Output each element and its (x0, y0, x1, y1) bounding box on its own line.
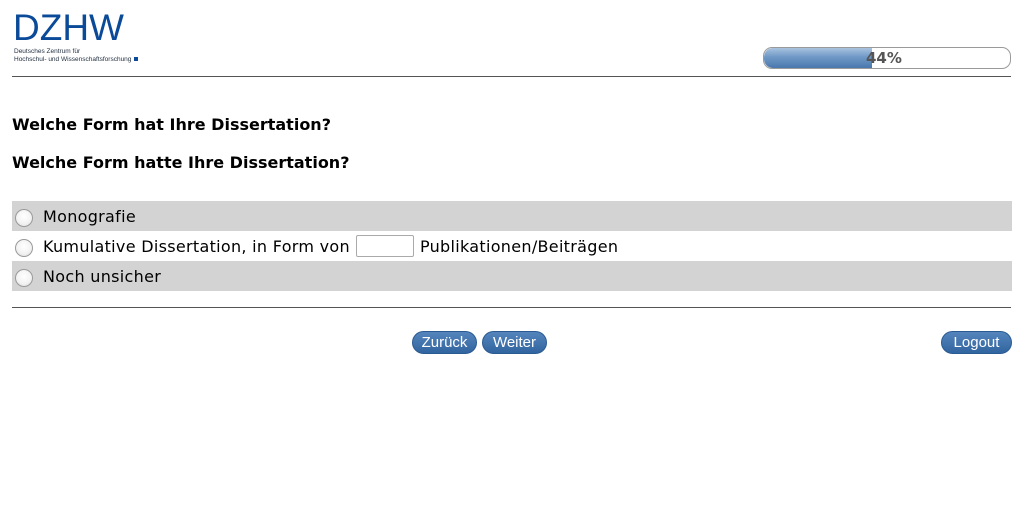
option-label: Monografie (43, 206, 136, 226)
logo-subtitle-line2: Hochschul- und Wissenschaftsforschung (14, 56, 132, 63)
option-kumulativ[interactable]: Kumulative Dissertation, in Form von Pub… (12, 231, 1012, 261)
publications-count-input[interactable] (355, 235, 414, 257)
back-button[interactable]: Zurück (412, 331, 477, 354)
logo-subtitle-line1: Deutsches Zentrum für (14, 48, 81, 55)
logo-square-icon (134, 57, 139, 61)
header-divider (12, 76, 1011, 77)
option-label-before: Kumulative Dissertation, in Form von (43, 236, 350, 256)
dzhw-logo: DZHW Deutsches Zentrum für Hochschul- un… (13, 9, 148, 69)
logout-button[interactable]: Logout (941, 331, 1012, 354)
option-monografie[interactable]: Monografie (12, 201, 1012, 231)
radio-button[interactable] (15, 208, 33, 227)
radio-button[interactable] (15, 268, 33, 287)
progress-label: 44% (866, 49, 902, 67)
radio-button[interactable] (15, 238, 33, 257)
option-noch-unsicher[interactable]: Noch unsicher (12, 261, 1012, 291)
progress-fill (764, 48, 873, 68)
logo-text: DZHW (13, 9, 124, 45)
question-text-present: Welche Form hat Ihre Dissertation? (12, 115, 331, 134)
option-label-after: Publikationen/Beiträgen (419, 236, 619, 256)
footer-divider (12, 307, 1011, 308)
option-label: Noch unsicher (43, 266, 162, 286)
answer-options: Monografie Kumulative Dissertation, in F… (12, 201, 1012, 291)
question-text-past: Welche Form hatte Ihre Dissertation? (12, 153, 350, 172)
logo-subtitle: Deutsches Zentrum für Hochschul- und Wis… (14, 48, 139, 64)
progress-bar: 44% (763, 47, 1011, 69)
dzhw-wordmark: DZHW (13, 9, 124, 45)
next-button[interactable]: Weiter (482, 331, 547, 354)
